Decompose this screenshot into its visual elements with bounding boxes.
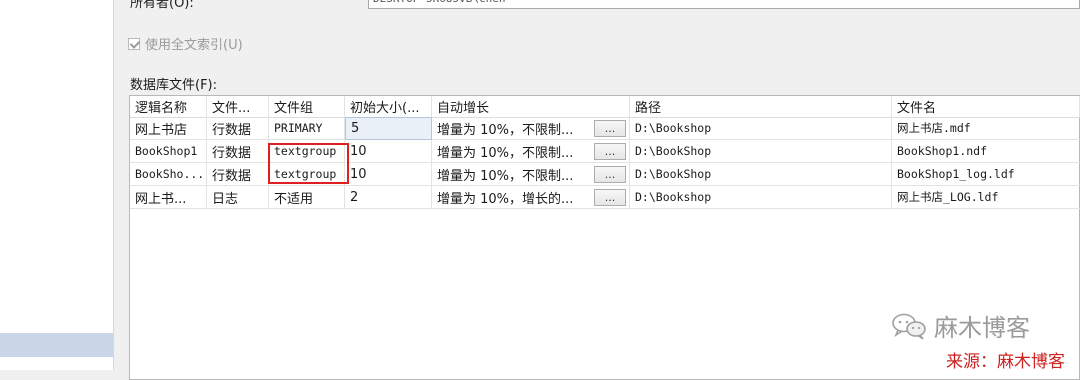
- file-type-cell[interactable]: 行数据: [207, 140, 269, 163]
- autogrowth-cell: 增量为 10%，增长的... ...: [432, 186, 630, 209]
- autogrowth-ellipsis-button[interactable]: ...: [594, 165, 626, 183]
- filegroup-cell[interactable]: PRIMARY: [269, 117, 345, 140]
- owner-input[interactable]: DESKTOP-5K685VB\chen: [368, 0, 1080, 9]
- autogrowth-cell: 增量为 10%，不限制... ...: [432, 163, 630, 186]
- table-row[interactable]: BookShop1 行数据 textgroup 10 增量为 10%，不限制..…: [130, 140, 1080, 163]
- file-type-cell[interactable]: 日志: [207, 186, 269, 209]
- autogrowth-text: 增量为 10%，不限制...: [437, 145, 574, 161]
- autogrowth-cell: 增量为 10%，不限制... ...: [432, 117, 630, 140]
- panel-divider: [113, 0, 114, 370]
- owner-label: 所有者(O):: [130, 0, 194, 11]
- file-type-cell[interactable]: 行数据: [207, 117, 269, 140]
- watermark-text: 麻木博客: [934, 314, 1030, 342]
- filegroup-cell[interactable]: textgroup: [269, 163, 345, 186]
- source-caption: 来源：麻木博客: [946, 352, 1065, 372]
- autogrowth-text: 增量为 10%，增长的...: [437, 191, 574, 207]
- fulltext-checkbox[interactable]: [128, 37, 140, 50]
- logical-name-cell[interactable]: 网上书...: [130, 186, 207, 209]
- path-cell[interactable]: D:\BookShop: [630, 140, 892, 163]
- col-initial-size[interactable]: 初始大小(...: [345, 96, 432, 117]
- logical-name-cell[interactable]: 网上书店: [130, 117, 207, 140]
- filegroup-cell[interactable]: 不适用: [269, 186, 345, 209]
- table-row[interactable]: BookSho... 行数据 textgroup 10 增量为 10%，不限制.…: [130, 163, 1080, 186]
- autogrowth-ellipsis-button[interactable]: ...: [594, 142, 626, 160]
- col-path[interactable]: 路径: [630, 96, 892, 117]
- filename-cell[interactable]: BookShop1.ndf: [892, 140, 1080, 163]
- table-row[interactable]: 网上书店 行数据 PRIMARY 5 增量为 10%，不限制... ... D:…: [130, 117, 1080, 140]
- initial-size-cell[interactable]: 2: [345, 186, 432, 209]
- filename-cell[interactable]: 网上书店_LOG.ldf: [892, 186, 1080, 209]
- col-filegroup[interactable]: 文件组: [269, 96, 345, 117]
- col-filename[interactable]: 文件名: [892, 96, 1080, 117]
- filename-cell[interactable]: 网上书店.mdf: [892, 117, 1080, 140]
- path-cell[interactable]: D:\BookShop: [630, 163, 892, 186]
- db-files-label: 数据库文件(F):: [130, 78, 218, 93]
- autogrowth-ellipsis-button[interactable]: ...: [594, 188, 626, 206]
- autogrowth-ellipsis-button[interactable]: ...: [594, 119, 626, 137]
- grid-header: 逻辑名称 文件... 文件组 初始大小(... 自动增长 路径 文件名: [130, 96, 1080, 118]
- col-autogrowth[interactable]: 自动增长: [432, 96, 630, 117]
- path-cell[interactable]: D:\Bookshop: [630, 186, 892, 209]
- autogrowth-cell: 增量为 10%，不限制... ...: [432, 140, 630, 163]
- wechat-icon: [892, 313, 926, 340]
- initial-size-cell[interactable]: 5: [345, 117, 432, 140]
- logical-name-cell[interactable]: BookSho...: [130, 163, 207, 186]
- path-cell[interactable]: D:\Bookshop: [630, 117, 892, 140]
- file-type-cell[interactable]: 行数据: [207, 163, 269, 186]
- initial-size-cell[interactable]: 10: [345, 140, 432, 163]
- logical-name-cell[interactable]: BookShop1: [130, 140, 207, 163]
- fulltext-option[interactable]: 使用全文索引(U): [128, 34, 243, 53]
- left-panel: [0, 0, 113, 370]
- watermark: 麻木博客: [890, 308, 1030, 343]
- col-logical-name[interactable]: 逻辑名称: [130, 96, 207, 117]
- left-panel-selected-item[interactable]: [0, 333, 113, 357]
- table-row[interactable]: 网上书... 日志 不适用 2 增量为 10%，增长的... ... D:\Bo…: [130, 186, 1080, 209]
- filegroup-cell[interactable]: textgroup: [269, 140, 345, 163]
- col-file-type[interactable]: 文件...: [207, 96, 269, 117]
- autogrowth-text: 增量为 10%，不限制...: [437, 168, 574, 184]
- initial-size-cell[interactable]: 10: [345, 163, 432, 186]
- autogrowth-text: 增量为 10%，不限制...: [437, 122, 574, 138]
- fulltext-label: 使用全文索引(U): [145, 38, 243, 53]
- filename-cell[interactable]: BookShop1_log.ldf: [892, 163, 1080, 186]
